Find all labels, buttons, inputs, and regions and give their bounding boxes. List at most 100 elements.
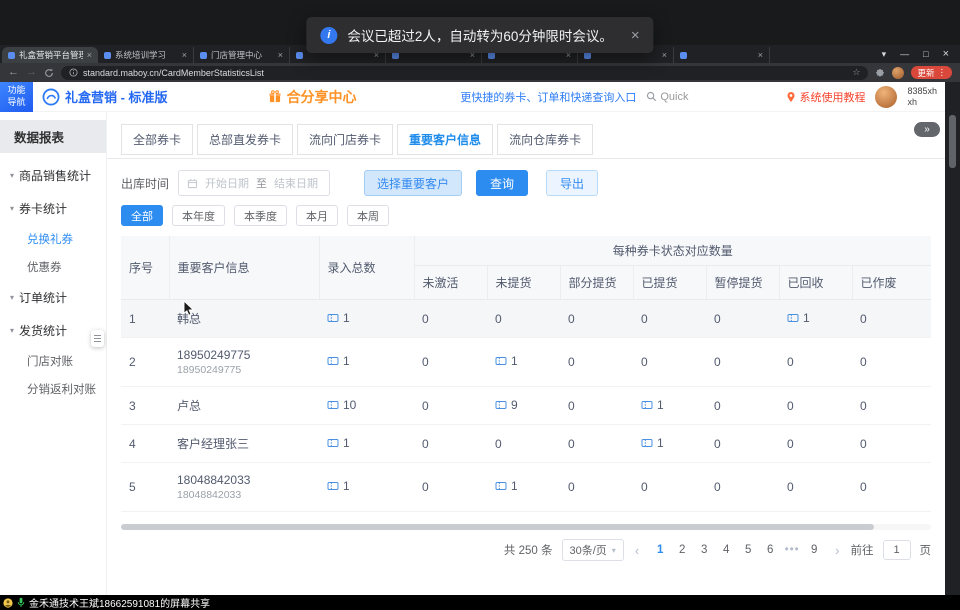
extensions-icon[interactable] bbox=[875, 68, 885, 78]
browser-tab[interactable]: 系统培训学习 × bbox=[98, 47, 194, 63]
update-button[interactable]: 更新 ⋮ bbox=[911, 66, 952, 79]
quick-filter-chip[interactable]: 本年度 bbox=[172, 205, 225, 226]
chevron-down-icon: ▾ bbox=[612, 546, 616, 555]
customer-name: 卢总 bbox=[177, 397, 311, 414]
page-scrollbar-thumb[interactable] bbox=[949, 115, 956, 168]
sidebar-item[interactable]: 分销返利对账 bbox=[0, 375, 106, 403]
tab-close-icon[interactable]: × bbox=[182, 50, 187, 60]
count-cell: 1 bbox=[327, 479, 350, 493]
address-bar[interactable]: standard.maboy.cn/CardMemberStatisticsLi… bbox=[61, 66, 868, 80]
coupon-count-icon bbox=[641, 399, 653, 411]
table-row[interactable]: 4客户经理张三10001000 bbox=[121, 425, 931, 463]
tutorial-link[interactable]: 系统使用教程 bbox=[786, 89, 865, 105]
table-row[interactable]: 3卢总100901000 bbox=[121, 387, 931, 425]
nav-menu-button[interactable]: 功能 导航 bbox=[0, 82, 33, 112]
cell-status: 0 bbox=[487, 512, 560, 523]
caret-down-icon: ▾ bbox=[10, 204, 14, 213]
content-tab[interactable]: 重要客户信息 bbox=[397, 124, 493, 155]
pager-page[interactable]: 3 bbox=[694, 539, 714, 561]
calendar-icon bbox=[187, 178, 198, 189]
sidebar-item[interactable]: 兑换礼券 bbox=[0, 225, 106, 253]
next-page-icon[interactable]: › bbox=[833, 543, 841, 558]
tab-label: 系统培训学习 bbox=[115, 49, 178, 61]
browser-tab[interactable]: 门店管理中心× bbox=[194, 47, 290, 63]
pager-page[interactable]: 5 bbox=[738, 539, 758, 561]
tutorial-label: 系统使用教程 bbox=[799, 89, 865, 105]
close-icon[interactable]: × bbox=[631, 27, 640, 44]
table-row[interactable]: 2189502497751895024977510100000 bbox=[121, 338, 931, 387]
bookmark-star-icon[interactable]: ☆ bbox=[852, 67, 860, 78]
content-tab[interactable]: 全部券卡 bbox=[121, 124, 193, 155]
maximize-icon[interactable]: □ bbox=[923, 49, 928, 59]
content-tab[interactable]: 流向仓库券卡 bbox=[497, 124, 593, 155]
tab-favicon bbox=[680, 52, 687, 59]
count-value: 9 bbox=[511, 398, 518, 412]
cell-status: 0 bbox=[560, 387, 633, 425]
count-value: 1 bbox=[511, 354, 518, 368]
quick-filter-list: 全部本年度本季度本月本周 bbox=[121, 205, 931, 226]
sidebar-item[interactable]: 优惠券 bbox=[0, 253, 106, 281]
prev-page-icon[interactable]: ‹ bbox=[633, 543, 641, 558]
count-value: 0 bbox=[495, 312, 502, 326]
cell-status: 0 bbox=[706, 338, 779, 387]
count-cell: 1 bbox=[787, 311, 810, 325]
microphone-icon[interactable] bbox=[17, 597, 25, 608]
cell-status: 0 bbox=[487, 300, 560, 338]
cell-total: 0 bbox=[319, 512, 414, 523]
pager-page[interactable]: 9 bbox=[804, 539, 824, 561]
horizontal-scrollbar-thumb[interactable] bbox=[121, 524, 874, 530]
minimize-icon[interactable]: — bbox=[900, 49, 909, 59]
collapse-button[interactable]: » bbox=[914, 122, 940, 137]
export-button[interactable]: 导出 bbox=[546, 170, 598, 196]
site-info-icon[interactable] bbox=[69, 68, 78, 77]
info-icon: i bbox=[320, 27, 337, 44]
quick-filter-chip[interactable]: 本季度 bbox=[234, 205, 287, 226]
pager-page[interactable]: 1 bbox=[650, 539, 670, 561]
table-row[interactable]: 5180488420331804884203310100000 bbox=[121, 463, 931, 512]
quick-search[interactable]: Quick bbox=[646, 91, 688, 103]
sidebar-group[interactable]: ▾订单统计 bbox=[0, 281, 106, 314]
tab-close-icon[interactable]: × bbox=[87, 50, 92, 60]
date-range-input[interactable]: 开始日期 至 结束日期 bbox=[178, 170, 330, 196]
quick-filter-chip[interactable]: 全部 bbox=[121, 205, 163, 226]
sidebar-group[interactable]: ▾券卡统计 bbox=[0, 192, 106, 225]
tab-close-icon[interactable]: × bbox=[662, 50, 667, 60]
tab-search-chevron-icon[interactable]: ▾ bbox=[882, 49, 887, 60]
back-icon[interactable]: ← bbox=[8, 67, 19, 78]
share-center-link[interactable]: 合分享中心 bbox=[268, 87, 357, 107]
quick-filter-chip[interactable]: 本周 bbox=[347, 205, 389, 226]
select-customer-button[interactable]: 选择重要客户 bbox=[364, 170, 462, 196]
pager-page[interactable]: 2 bbox=[672, 539, 692, 561]
time-filter-label: 出库时间 bbox=[121, 175, 169, 192]
browser-tab[interactable]: × bbox=[674, 47, 770, 63]
sidebar-item[interactable]: 门店对账 bbox=[0, 347, 106, 375]
tab-favicon bbox=[104, 52, 111, 59]
table-row[interactable]: 6分销代理的会员00000000 bbox=[121, 512, 931, 523]
content-tab[interactable]: 流向门店券卡 bbox=[297, 124, 393, 155]
forward-icon[interactable]: → bbox=[26, 67, 37, 78]
tab-close-icon[interactable]: × bbox=[278, 50, 283, 60]
tab-close-icon[interactable]: × bbox=[758, 50, 763, 60]
window-close-icon[interactable]: × bbox=[943, 48, 949, 60]
content-tab[interactable]: 总部直发券卡 bbox=[197, 124, 293, 155]
table-row[interactable]: 1韩总10000010 bbox=[121, 300, 931, 338]
refresh-icon[interactable] bbox=[44, 68, 54, 78]
count-value: 0 bbox=[641, 480, 648, 494]
sidebar-group[interactable]: ▾商品销售统计 bbox=[0, 159, 106, 192]
user-avatar[interactable] bbox=[875, 86, 897, 108]
browser-menu-icon[interactable]: ⋮ bbox=[938, 67, 947, 78]
sidebar-drag-handle[interactable] bbox=[91, 330, 104, 347]
browser-tab[interactable]: 礼盒营销平台管理中心× bbox=[2, 47, 98, 63]
goto-page-input[interactable] bbox=[883, 540, 911, 560]
page-size-select[interactable]: 30条/页 ▾ bbox=[562, 539, 624, 561]
quick-entry-link[interactable]: 更快捷的券卡、订单和快递查询入口 bbox=[460, 89, 636, 105]
pager-page[interactable]: 4 bbox=[716, 539, 736, 561]
browser-profile-avatar[interactable] bbox=[892, 67, 904, 79]
quick-filter-chip[interactable]: 本月 bbox=[296, 205, 338, 226]
search-button[interactable]: 查询 bbox=[476, 170, 528, 196]
pager-page[interactable]: 6 bbox=[760, 539, 780, 561]
header-right: 更快捷的券卡、订单和快递查询入口 Quick 系统使用教程 8385xh xh bbox=[460, 86, 945, 108]
customer-name: 18048842033 bbox=[177, 473, 311, 487]
count-cell: 0 bbox=[422, 480, 429, 494]
count-cell: 0 bbox=[714, 480, 721, 494]
